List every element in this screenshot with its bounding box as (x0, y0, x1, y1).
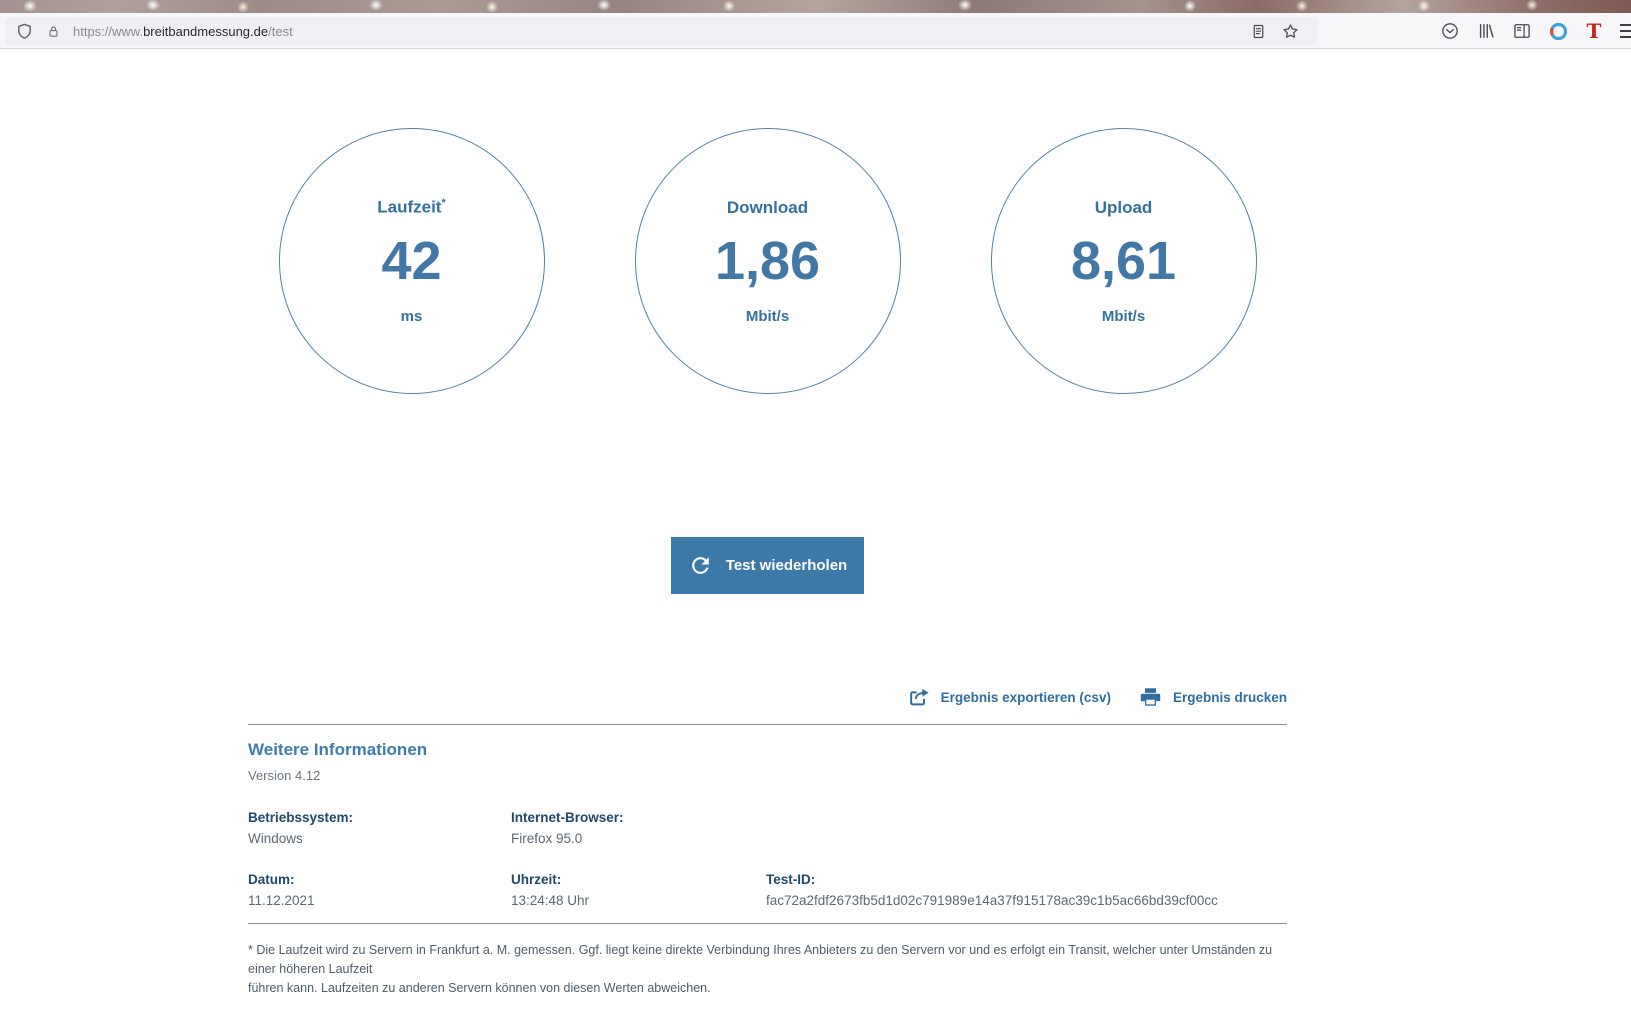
upload-value: 8,61 (1071, 234, 1176, 288)
url-bar[interactable]: https://www.breitbandmessung.de/test (5, 17, 1318, 45)
download-circle: Download 1,86 Mbit/s (635, 128, 901, 394)
info-row-system: Betriebssystem: Windows Internet-Browser… (248, 810, 1287, 846)
time-value: 13:24:48 Uhr (511, 893, 766, 908)
reader-mode-icon[interactable] (1250, 23, 1267, 40)
extension-donut-icon[interactable] (1544, 17, 1572, 45)
browser-toolbar: https://www.breitbandmessung.de/test T (0, 13, 1631, 49)
footnote-line2: führen kann. Laufzeiten zu anderen Serve… (248, 979, 1287, 998)
printer-icon (1138, 686, 1163, 708)
download-value: 1,86 (715, 234, 820, 288)
export-result-link[interactable]: Ergebnis exportieren (csv) (906, 686, 1111, 708)
more-info-heading: Weitere Informationen (248, 740, 1287, 760)
divider-top (248, 724, 1287, 725)
export-icon (906, 686, 931, 708)
laufzeit-circle: Laufzeit* 42 ms (279, 128, 545, 394)
metric-circles: Laufzeit* 42 ms Download 1,86 Mbit/s Upl… (248, 50, 1287, 394)
upload-unit: Mbit/s (1102, 308, 1145, 325)
time-label: Uhrzeit: (511, 872, 766, 887)
print-result-label: Ergebnis drucken (1173, 690, 1287, 705)
export-result-label: Ergebnis exportieren (csv) (941, 690, 1111, 705)
repeat-test-label: Test wiederholen (726, 557, 847, 574)
upload-label: Upload (1095, 198, 1153, 218)
url-domain: breitbandmessung.de (143, 24, 268, 39)
date-value: 11.12.2021 (248, 893, 511, 908)
menu-icon[interactable] (1616, 17, 1631, 45)
testid-label: Test-ID: (766, 872, 1287, 887)
download-label: Download (727, 198, 808, 218)
laufzeit-footnote: * Die Laufzeit wird zu Servern in Frankf… (248, 941, 1287, 998)
os-value: Windows (248, 831, 511, 846)
url-path: /test (268, 24, 293, 39)
extension-t-icon[interactable]: T (1580, 17, 1608, 45)
download-unit: Mbit/s (746, 308, 789, 325)
lock-icon[interactable] (46, 23, 61, 40)
laufzeit-value: 42 (381, 234, 441, 288)
laufzeit-unit: ms (401, 308, 423, 325)
date-label: Datum: (248, 872, 511, 887)
shield-icon[interactable] (15, 22, 34, 41)
browser-label: Internet-Browser: (511, 810, 766, 825)
url-scheme: https://www. (73, 24, 143, 39)
print-result-link[interactable]: Ergebnis drucken (1138, 686, 1287, 708)
repeat-test-button[interactable]: Test wiederholen (671, 537, 864, 594)
desktop-wallpaper-strip (0, 0, 1631, 13)
sidebar-icon[interactable] (1508, 17, 1536, 45)
info-row-test: Datum: 11.12.2021 Uhrzeit: 13:24:48 Uhr … (248, 872, 1287, 908)
refresh-icon (688, 553, 713, 578)
footnote-line1: * Die Laufzeit wird zu Servern in Frankf… (248, 941, 1287, 979)
laufzeit-footnote-marker: * (441, 197, 445, 209)
browser-value: Firefox 95.0 (511, 831, 766, 846)
pocket-icon[interactable] (1436, 17, 1464, 45)
testid-value: fac72a2fdf2673fb5d1d02c791989e14a37f9151… (766, 893, 1287, 908)
bookmark-star-icon[interactable] (1281, 22, 1300, 41)
version-text: Version 4.12 (248, 768, 1287, 783)
os-label: Betriebssystem: (248, 810, 511, 825)
url-text[interactable]: https://www.breitbandmessung.de/test (73, 24, 293, 39)
speedtest-results-page: Laufzeit* 42 ms Download 1,86 Mbit/s Upl… (0, 50, 1631, 1013)
divider-bottom (248, 923, 1287, 924)
laufzeit-label: Laufzeit* (377, 197, 446, 218)
upload-circle: Upload 8,61 Mbit/s (991, 128, 1257, 394)
library-icon[interactable] (1472, 17, 1500, 45)
